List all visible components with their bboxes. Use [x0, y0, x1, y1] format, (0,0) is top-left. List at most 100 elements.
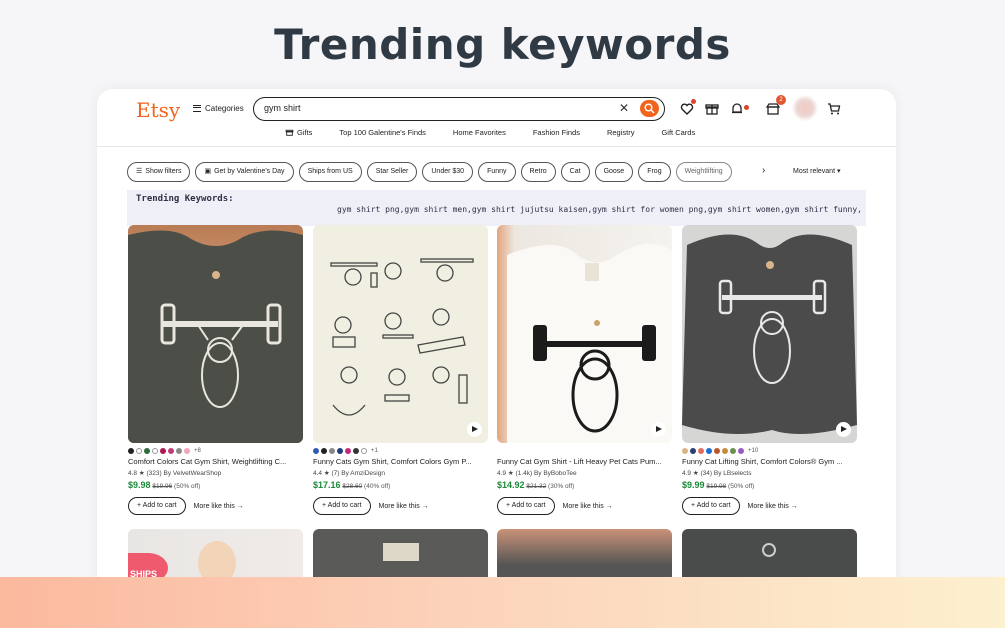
color-swatch[interactable] [682, 448, 688, 454]
color-swatch[interactable] [313, 448, 319, 454]
filter-chip-funny[interactable]: Funny [478, 162, 516, 182]
color-swatch[interactable] [353, 448, 359, 454]
tshirt-graphic [682, 234, 857, 434]
color-swatch[interactable] [722, 448, 728, 454]
more-like-this-link[interactable]: More like this → [379, 503, 429, 510]
color-swatch[interactable] [144, 448, 150, 454]
filter-chip-weightlifting[interactable]: Weightlifting [675, 162, 732, 182]
subnav-fashion-finds[interactable]: Fashion Finds [533, 128, 580, 137]
cart-icon[interactable] [826, 101, 842, 117]
favorites-dot [691, 99, 696, 104]
product-card[interactable]: +10 Funny Cat Lifting Shirt, Comfort Col… [682, 225, 857, 515]
filter-chip-cat[interactable]: Cat [560, 162, 590, 182]
search-button[interactable] [640, 100, 659, 117]
notification-dot [744, 105, 749, 110]
chevron-right-icon[interactable]: › [762, 165, 765, 176]
filter-chip-goose[interactable]: Goose [594, 162, 634, 182]
play-video-icon[interactable] [651, 422, 666, 437]
product-title[interactable]: Funny Cat Gym Shirt - Lift Heavy Pet Cat… [497, 457, 672, 466]
subnav-gift-cards[interactable]: Gift Cards [661, 128, 695, 137]
product-actions: + Add to cart More like this → [497, 497, 672, 515]
shop-name[interactable]: By VelvetWearShop [164, 470, 222, 477]
product-title[interactable]: Comfort Colors Cat Gym Shirt, Weightlift… [128, 457, 303, 466]
color-swatch[interactable] [690, 448, 696, 454]
search-bar[interactable]: gym shirt ✕ [253, 97, 665, 121]
more-colors-count: +1 [371, 448, 378, 454]
product-actions: + Add to cart More like this → [128, 497, 303, 515]
add-to-cart-label: Add to cart [327, 502, 362, 509]
show-filters-label: Show filters [145, 168, 182, 175]
filter-chip-valentines[interactable]: ▣ Get by Valentine's Day [195, 162, 294, 182]
color-swatch[interactable] [152, 448, 158, 454]
add-to-cart-label: Add to cart [696, 502, 731, 509]
add-to-cart-button[interactable]: + Add to cart [313, 497, 371, 515]
color-swatch[interactable] [706, 448, 712, 454]
review-count: (1.4k) [515, 470, 533, 477]
subnav-gifts[interactable]: Gifts [285, 128, 312, 137]
gift-icon: ▣ [204, 168, 212, 175]
gift-icon[interactable] [704, 101, 720, 117]
clear-search-icon[interactable]: ✕ [619, 101, 629, 115]
more-like-this-link[interactable]: More like this → [748, 503, 798, 510]
arrow-right-icon: → [236, 502, 244, 510]
product-title[interactable]: Funny Cat Lifting Shirt, Comfort Colors®… [682, 457, 857, 466]
trending-label: Trending Keywords: [136, 194, 234, 204]
more-like-this-link[interactable]: More like this → [194, 503, 244, 510]
bell-icon[interactable] [729, 101, 745, 117]
search-input[interactable]: gym shirt [264, 103, 301, 113]
product-card[interactable]: +8 Comfort Colors Cat Gym Shirt, Weightl… [128, 225, 303, 515]
filter-chip-under-30[interactable]: Under $30 [422, 162, 474, 182]
color-swatch[interactable] [136, 448, 142, 454]
color-swatch[interactable] [738, 448, 744, 454]
subnav-home-favorites[interactable]: Home Favorites [453, 128, 506, 137]
color-swatch[interactable] [168, 448, 174, 454]
add-to-cart-button[interactable]: + Add to cart [497, 497, 555, 515]
color-swatch[interactable] [321, 448, 327, 454]
color-swatch[interactable] [337, 448, 343, 454]
add-to-cart-button[interactable]: + Add to cart [128, 497, 186, 515]
play-video-icon[interactable] [467, 422, 482, 437]
sort-dropdown[interactable]: Most relevant ▾ [793, 167, 841, 175]
play-video-icon[interactable] [836, 422, 851, 437]
more-like-label: More like this [747, 502, 789, 510]
etsy-logo[interactable]: Etsy [136, 98, 180, 122]
color-swatch[interactable] [698, 448, 704, 454]
color-swatch[interactable] [714, 448, 720, 454]
add-to-cart-button[interactable]: + Add to cart [682, 497, 740, 515]
product-rating: 4.8 ★ (323) By VelvetWearShop [128, 469, 303, 477]
color-swatch[interactable] [730, 448, 736, 454]
shop-name[interactable]: By ByBoboTee [534, 470, 577, 477]
subnav-registry[interactable]: Registry [607, 128, 635, 137]
shop-name[interactable]: By AmziDesign [341, 470, 385, 477]
more-like-this-link[interactable]: More like this → [563, 503, 613, 510]
show-filters-button[interactable]: ☰ Show filters [127, 162, 191, 182]
product-image[interactable] [128, 225, 303, 443]
discount: (40% off) [364, 483, 391, 490]
color-swatch[interactable] [361, 448, 367, 454]
color-swatch[interactable] [128, 448, 134, 454]
product-card[interactable]: Funny Cat Gym Shirt - Lift Heavy Pet Cat… [497, 225, 672, 515]
print-detail [762, 543, 776, 557]
sale-price: $9.98 [128, 480, 151, 490]
discount: (50% off) [174, 483, 201, 490]
color-swatch[interactable] [176, 448, 182, 454]
product-title[interactable]: Funny Cats Gym Shirt, Comfort Colors Gym… [313, 457, 488, 466]
color-swatch[interactable] [184, 448, 190, 454]
product-image[interactable] [313, 225, 488, 443]
avatar[interactable] [794, 97, 816, 119]
filter-chip-retro[interactable]: Retro [520, 162, 556, 182]
filter-chip-frog[interactable]: Frog [638, 162, 671, 182]
color-swatch[interactable] [329, 448, 335, 454]
product-image[interactable] [497, 225, 672, 443]
color-swatch[interactable] [345, 448, 351, 454]
filter-chip-ships-us[interactable]: Ships from US [298, 162, 362, 182]
filter-chip-star-seller[interactable]: Star Seller [366, 162, 418, 182]
shop-name[interactable]: By LBselects [714, 470, 752, 477]
categories-button[interactable]: Categories [193, 104, 244, 113]
subnav-top100[interactable]: Top 100 Galentine's Finds [339, 128, 425, 137]
product-image[interactable] [682, 225, 857, 443]
page-headline: Trending keywords [274, 20, 731, 69]
product-card[interactable]: +1 Funny Cats Gym Shirt, Comfort Colors … [313, 225, 488, 515]
sale-price: $14.92 [497, 480, 525, 490]
color-swatch[interactable] [160, 448, 166, 454]
